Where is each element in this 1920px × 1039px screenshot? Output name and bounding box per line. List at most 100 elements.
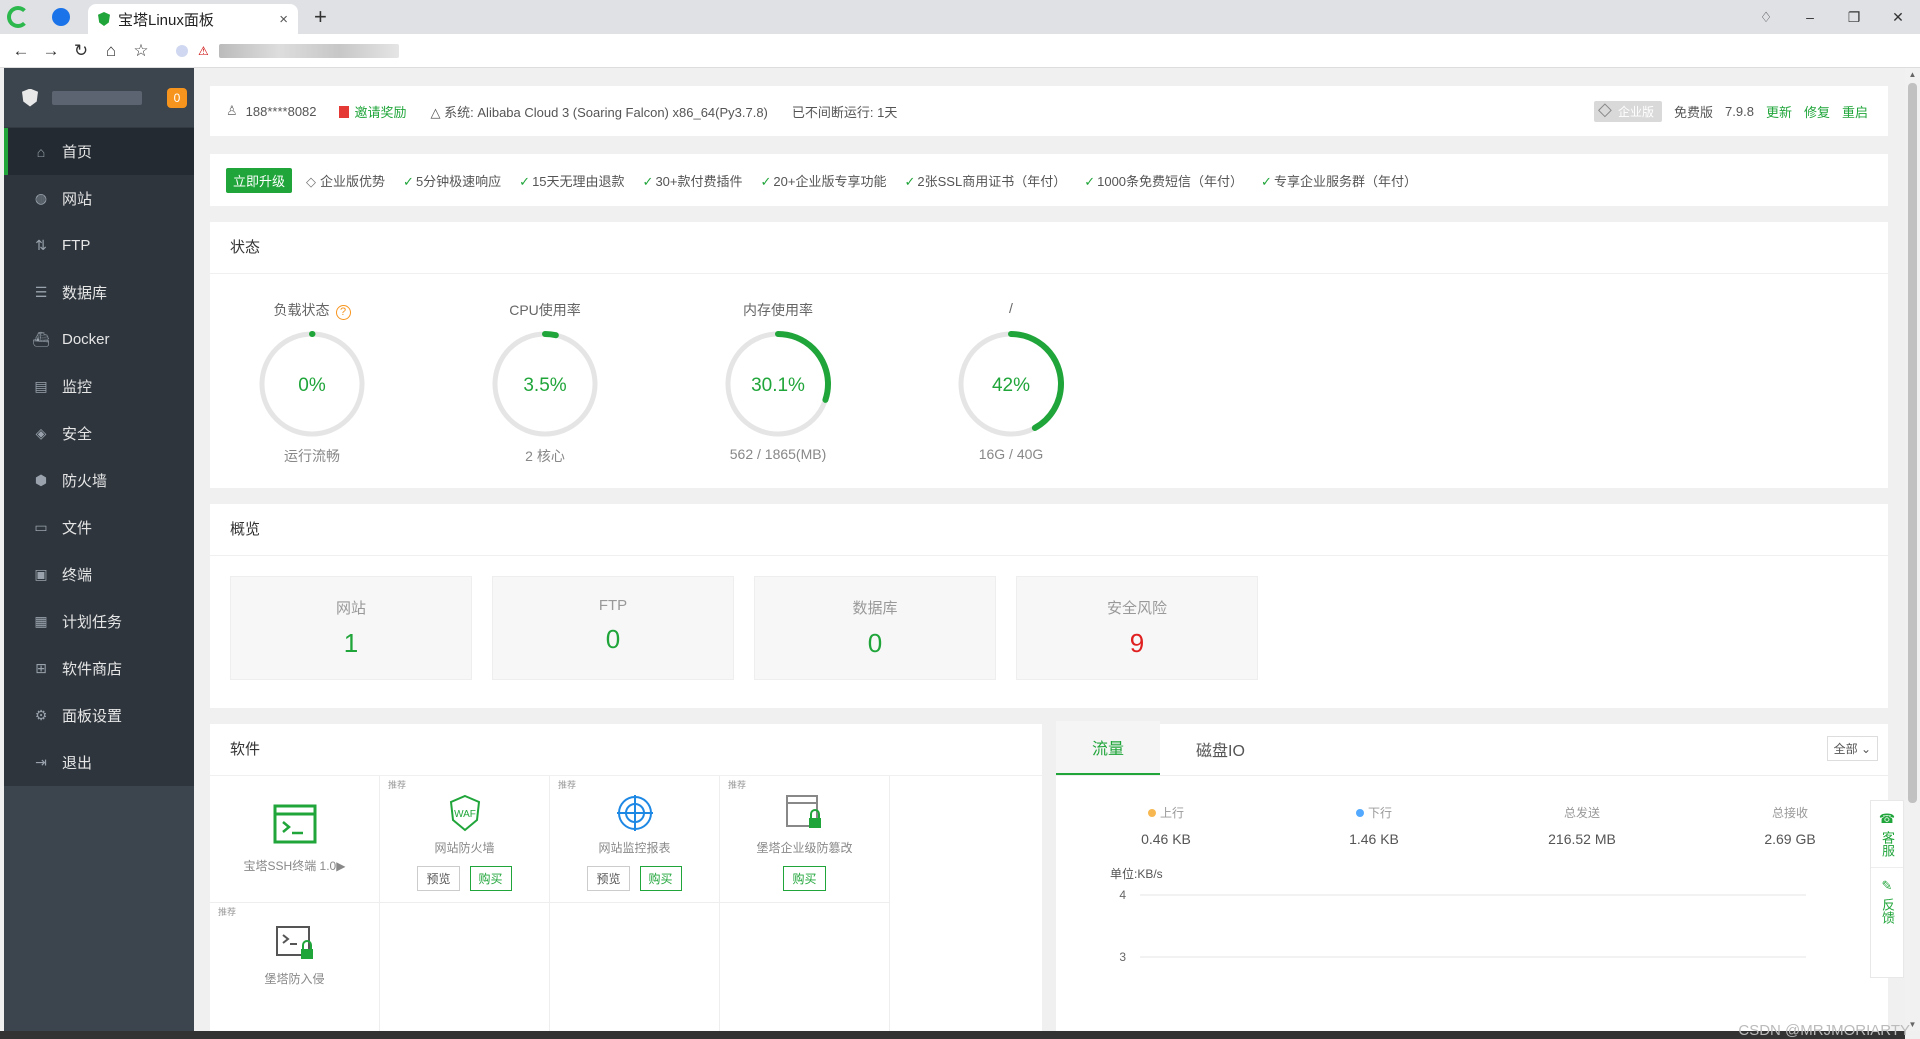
sidebar-item[interactable]: ◍ 网站 [4, 175, 194, 222]
sidebar-item[interactable]: ▦ 计划任务 [4, 598, 194, 645]
sidebar-item[interactable]: ⌂ 首页 [4, 128, 194, 175]
sidebar-item[interactable]: ⛴ Docker [4, 316, 194, 363]
sidebar-item-label: 计划任务 [62, 614, 123, 631]
overview-card[interactable]: 网站 1 [230, 576, 472, 680]
software-waf[interactable]: 推荐 WAF 网站防火墙 预览 购买 [380, 776, 550, 903]
enterprise-tag[interactable]: 企业版 [1594, 99, 1663, 122]
software-anti-tamper[interactable]: 推荐 堡塔企业级防篡改 购买 [720, 776, 890, 903]
ftp-icon: ⇅ [35, 237, 47, 253]
update-link[interactable]: 更新 [1766, 102, 1792, 121]
invite-reward-link[interactable]: 邀请奖励 [338, 102, 407, 121]
invite-reward-label: 邀请奖励 [354, 104, 407, 120]
status-title: 状态 [210, 222, 1888, 274]
system-info: △ 系统: Alibaba Cloud 3 (Soaring Falcon) x… [431, 102, 768, 121]
new-tab-button[interactable]: + [314, 4, 327, 30]
forward-icon[interactable]: → [36, 41, 66, 61]
sidebar-item[interactable]: ▭ 文件 [4, 504, 194, 551]
promo-feature: ✓ 专享企业服务群（年付） [1261, 171, 1417, 190]
overview-card[interactable]: FTP 0 [492, 576, 734, 680]
chevron-down-icon: ⌄ [1860, 742, 1871, 756]
stat-download: 下行 1.46 KB [1304, 804, 1444, 847]
status-gauge[interactable]: / 42% 16G / 40G [921, 300, 1101, 462]
page-scrollbar[interactable]: ▲ ▼ [1905, 68, 1920, 1031]
stat-value: 2.69 GB [1764, 831, 1816, 847]
help-icon[interactable]: ? [335, 305, 351, 320]
sidebar-item-label: 安全 [62, 426, 93, 443]
software-intrusion-prevention[interactable]: 推荐 堡塔防入侵 [210, 903, 380, 1031]
insecure-icon[interactable]: ⚠ [198, 44, 209, 58]
sidebar-item[interactable]: ▣ 终端 [4, 551, 194, 598]
repair-link[interactable]: 修复 [1804, 102, 1830, 121]
tab-title: 宝塔Linux面板 [118, 11, 214, 29]
site-info-icon[interactable] [176, 44, 188, 57]
check-icon: ✓ [403, 173, 414, 189]
tab-disk-io[interactable]: 磁盘IO [1160, 737, 1281, 775]
promo-feature-label: 20+企业版专享功能 [773, 173, 887, 189]
monitor-icon: ▤ [34, 378, 48, 394]
browser-tab[interactable]: 宝塔Linux面板 × [88, 4, 298, 34]
stat-total-sent: 总发送 216.52 MB [1512, 804, 1652, 847]
tab-traffic[interactable]: 流量 [1056, 721, 1161, 775]
restart-link[interactable]: 重启 [1842, 102, 1868, 121]
enterprise-advantage[interactable]: ◇ 企业版优势 [306, 171, 385, 190]
software-empty-slot [550, 903, 720, 1031]
gauge-sub: 2 核心 [525, 448, 565, 464]
traffic-tabs: 流量 磁盘IO 全部 ⌄ [1056, 721, 1888, 776]
svg-text:WAF: WAF [454, 809, 476, 820]
traffic-stats: 上行 0.46 KB 下行 1.46 KB 总发送 216.52 MB 总接收 … [1056, 776, 1888, 866]
sidebar-item[interactable]: ☰ 数据库 [4, 269, 194, 316]
message-badge[interactable]: 0 [167, 88, 187, 108]
overview-card[interactable]: 安全风险 9 [1016, 576, 1258, 680]
logout-icon: ⇥ [35, 754, 47, 770]
upgrade-button[interactable]: 立即升级 [226, 167, 293, 193]
sidebar-item-label: FTP [62, 237, 91, 254]
buy-button[interactable]: 购买 [783, 866, 826, 891]
overview-card-value: 0 [605, 624, 621, 654]
gauge-ring: 3.5% [492, 331, 598, 437]
sidebar-item[interactable]: ⚙ 面板设置 [4, 692, 194, 739]
favorites-icon[interactable]: ☆ [126, 41, 156, 61]
status-gauge[interactable]: CPU使用率 3.5% 2 核心 [455, 300, 635, 466]
browser-logo-icon[interactable] [0, 0, 36, 34]
restore-icon[interactable]: ❐ [1832, 9, 1876, 26]
status-gauge[interactable]: 内存使用率 30.1% 562 / 1865(MB) [688, 300, 868, 462]
sidebar-item[interactable]: ⬢ 防火墙 [4, 457, 194, 504]
diamond-icon: ◇ [306, 173, 317, 189]
preview-button[interactable]: 预览 [417, 866, 460, 891]
home-nav-icon[interactable]: ⌂ [96, 41, 126, 61]
gauge-label: / [1009, 300, 1013, 316]
scroll-thumb[interactable] [1908, 83, 1917, 803]
customer-service-button[interactable]: ☎ 客服 [1871, 801, 1903, 867]
overview-card[interactable]: 数据库 0 [754, 576, 996, 680]
status-panel: 状态 负载状态? 0% 运行流畅 CPU使用率 3.5% 2 核心 内存使用率 30.1% 56… [210, 222, 1888, 488]
minimize-icon[interactable]: – [1788, 9, 1832, 25]
tshirt-icon[interactable]: ♢ [1744, 9, 1788, 26]
firewall-icon: ⬢ [34, 472, 48, 488]
software-site-monitor[interactable]: 推荐 网站监控报表 预览 购买 [550, 776, 720, 903]
status-gauge[interactable]: 负载状态? 0% 运行流畅 [222, 300, 402, 466]
traffic-interface-select[interactable]: 全部 ⌄ [1826, 736, 1878, 761]
url-input[interactable]: ⚠ [176, 38, 1376, 64]
buy-button[interactable]: 购买 [639, 866, 682, 891]
buy-button[interactable]: 购买 [469, 866, 512, 891]
sidebar-item[interactable]: ⇅ FTP [4, 222, 194, 269]
sidebar-item[interactable]: ◈ 安全 [4, 410, 194, 457]
sidebar-item[interactable]: ⊞ 软件商店 [4, 645, 194, 692]
gauge-label-row: 负载状态? [222, 300, 402, 320]
stat-label: 总接收 [1771, 806, 1808, 820]
enterprise-advantage-label: 企业版优势 [320, 173, 386, 189]
pinned-tab-icon[interactable] [48, 4, 74, 30]
software-name: 宝塔SSH终端 1.0▶ [243, 859, 346, 873]
software-ssh-terminal[interactable]: 宝塔SSH终端 1.0▶ [210, 776, 380, 903]
gauge-label-row: 内存使用率 [688, 300, 868, 320]
tab-close-icon[interactable]: × [279, 11, 288, 28]
reload-icon[interactable]: ↻ [66, 41, 96, 61]
sidebar-item[interactable]: ⇥ 退出 [4, 739, 194, 786]
feedback-button[interactable]: ✎ 反馈 [1871, 867, 1903, 934]
preview-button[interactable]: 预览 [587, 866, 630, 891]
sidebar-item[interactable]: ▤ 监控 [4, 363, 194, 410]
scroll-up-icon[interactable]: ▲ [1905, 70, 1920, 79]
back-icon[interactable]: ← [6, 41, 36, 61]
close-window-icon[interactable]: ✕ [1876, 9, 1920, 26]
account-phone[interactable]: 188****8082 [246, 104, 317, 119]
